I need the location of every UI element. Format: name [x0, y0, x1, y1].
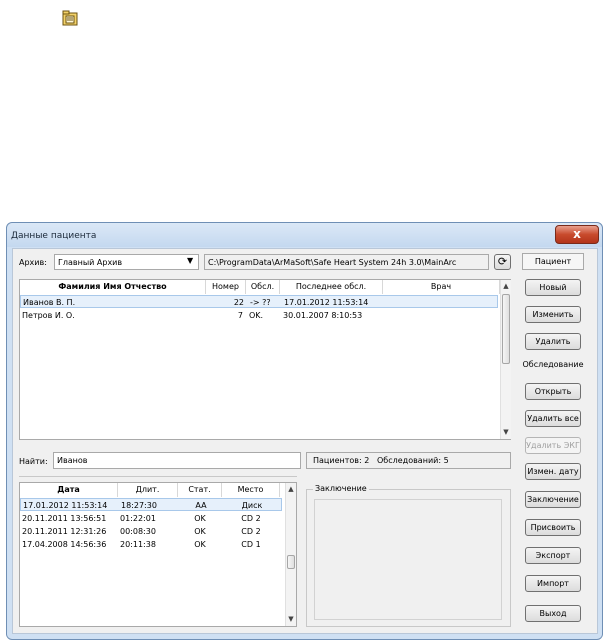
- exam-section-header: Обследование: [522, 360, 584, 369]
- export-button[interactable]: Экспорт: [525, 547, 581, 564]
- archive-select[interactable]: Главный Архив ▼: [54, 254, 199, 270]
- patients-count: Пациентов: 2: [313, 456, 370, 465]
- chevron-down-icon: ▼: [187, 256, 194, 265]
- table-row[interactable]: Петров И. О. 7 OK. 30.01.2007 8:10:53: [20, 309, 498, 322]
- delete-all-button[interactable]: Удалить все: [525, 410, 581, 427]
- col-header-name[interactable]: Фамилия Имя Отчество: [20, 280, 206, 294]
- conclusion-label: Заключение: [313, 484, 369, 493]
- patients-table: Фамилия Имя Отчество Номер Обсл. Последн…: [19, 279, 511, 440]
- search-input-value: Иванов: [57, 456, 88, 465]
- exams-scrollbar[interactable]: ▲ ▼: [285, 483, 296, 626]
- exams-table: Дата Длит. Стат. Место 17.01.2012 11:53:…: [19, 482, 297, 627]
- conclusion-text[interactable]: [314, 499, 502, 620]
- edit-patient-button[interactable]: Изменить: [525, 306, 581, 323]
- exam-duration: 20:11:38: [120, 540, 156, 549]
- table-row[interactable]: 20.11.2011 13:56:51 01:22:01 OK CD 2: [20, 512, 282, 525]
- exam-duration: 18:27:30: [121, 501, 157, 510]
- patient-status: -> ??: [250, 298, 271, 307]
- title-bar: Данные пациента x: [7, 223, 602, 247]
- folder-icon: [62, 10, 78, 26]
- close-button[interactable]: x: [555, 225, 599, 244]
- col-header-date[interactable]: Дата: [20, 483, 118, 497]
- window-title: Данные пациента: [11, 231, 97, 241]
- archive-app-icon[interactable]: [62, 10, 78, 26]
- patients-table-header: Фамилия Имя Отчество Номер Обсл. Последн…: [20, 280, 500, 294]
- patients-scrollbar[interactable]: ▲ ▼: [500, 280, 511, 439]
- table-row[interactable]: 17.01.2012 11:53:14 18:27:30 AA Диск: [20, 498, 282, 511]
- col-header-place[interactable]: Место: [222, 483, 280, 497]
- patient-section-header: Пациент: [522, 253, 584, 270]
- table-row[interactable]: 20.11.2011 12:31:26 00:08:30 OK CD 2: [20, 525, 282, 538]
- col-header-number[interactable]: Номер: [206, 280, 246, 294]
- col-header-exam-status[interactable]: Стат.: [178, 483, 222, 497]
- col-header-duration[interactable]: Длит.: [118, 483, 178, 497]
- scroll-up-icon[interactable]: ▲: [501, 282, 511, 290]
- exam-date: 17.04.2008 14:56:36: [22, 540, 107, 549]
- exam-duration: 01:22:01: [120, 514, 156, 523]
- summary-panel: Пациентов: 2 Обследований: 5: [306, 452, 511, 469]
- exam-status: OK: [194, 540, 206, 549]
- patient-number: 22: [233, 298, 244, 307]
- window-client-area: Архив: Главный Архив ▼ C:\ProgramData\Ar…: [12, 248, 598, 634]
- scroll-up-icon[interactable]: ▲: [286, 485, 296, 493]
- exam-duration: 00:08:30: [120, 527, 156, 536]
- divider: [19, 476, 297, 477]
- open-exam-button[interactable]: Открыть: [525, 383, 581, 400]
- exam-status: OK: [194, 527, 206, 536]
- exam-place: CD 2: [241, 514, 261, 523]
- patient-status: OK.: [249, 311, 264, 320]
- search-label: Найти:: [19, 457, 48, 466]
- conclusion-group: Заключение: [306, 484, 511, 627]
- change-date-button[interactable]: Измен. дату: [525, 463, 581, 480]
- exam-date: 20.11.2011 12:31:26: [22, 527, 107, 536]
- archive-select-value: Главный Архив: [58, 258, 123, 267]
- patient-last-exam: 30.01.2007 8:10:53: [283, 311, 363, 320]
- patient-number: 7: [237, 311, 243, 320]
- scroll-down-icon[interactable]: ▼: [286, 615, 296, 623]
- exit-button[interactable]: Выход: [525, 605, 581, 622]
- patient-name: Петров И. О.: [22, 311, 75, 320]
- import-button[interactable]: Импорт: [525, 575, 581, 592]
- exam-date: 20.11.2011 13:56:51: [22, 514, 107, 523]
- scroll-down-icon[interactable]: ▼: [501, 428, 511, 436]
- patient-data-window: Данные пациента x Архив: Главный Архив ▼…: [6, 222, 603, 640]
- search-input[interactable]: Иванов: [53, 452, 301, 469]
- exam-place: CD 1: [241, 540, 261, 549]
- exam-place: Диск: [241, 501, 263, 510]
- scrollbar-thumb[interactable]: [287, 555, 295, 569]
- exams-table-header: Дата Длит. Стат. Место: [20, 483, 284, 497]
- exams-count: Обследований: 5: [377, 456, 449, 465]
- col-header-doctor[interactable]: Врач: [383, 280, 500, 294]
- exam-date: 17.01.2012 11:53:14: [23, 501, 108, 510]
- scrollbar-thumb[interactable]: [502, 294, 510, 364]
- patient-name: Иванов В. П.: [23, 298, 76, 307]
- new-patient-button[interactable]: Новый: [525, 279, 581, 296]
- exam-place: CD 2: [241, 527, 261, 536]
- exam-status: AA: [195, 501, 207, 510]
- col-header-last-exam[interactable]: Последнее обсл.: [280, 280, 383, 294]
- table-row[interactable]: 17.04.2008 14:56:36 20:11:38 OK CD 1: [20, 538, 282, 551]
- refresh-icon: ⟳: [497, 255, 508, 268]
- archive-path: C:\ProgramData\ArMaSoft\Safe Heart Syste…: [208, 258, 457, 267]
- patient-last-exam: 17.01.2012 11:53:14: [284, 298, 369, 307]
- delete-patient-button[interactable]: Удалить: [525, 333, 581, 350]
- archive-path-field: C:\ProgramData\ArMaSoft\Safe Heart Syste…: [204, 254, 489, 270]
- assign-button[interactable]: Присвоить: [525, 519, 581, 536]
- table-row[interactable]: Иванов В. П. 22 -> ?? 17.01.2012 11:53:1…: [20, 295, 498, 308]
- close-icon: x: [573, 227, 581, 241]
- exam-status: OK: [194, 514, 206, 523]
- conclusion-button[interactable]: Заключение: [525, 491, 581, 508]
- archive-label: Архив:: [19, 258, 47, 267]
- col-header-status[interactable]: Обсл.: [246, 280, 280, 294]
- delete-ecg-button[interactable]: Удалить ЭКГ: [525, 437, 581, 454]
- refresh-button[interactable]: ⟳: [494, 254, 511, 270]
